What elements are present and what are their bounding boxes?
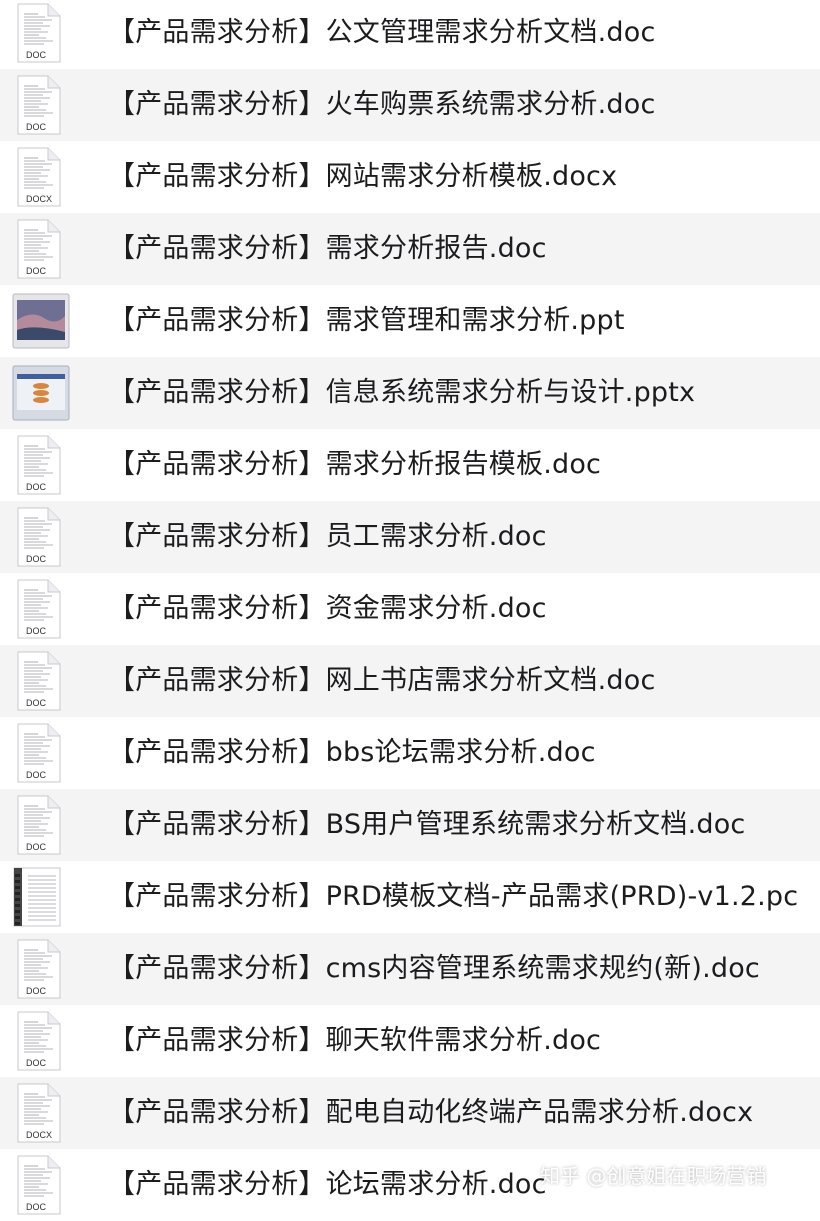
docx-file-icon: DOCX xyxy=(12,1082,64,1144)
file-row[interactable]: DOC 【产品需求分析】资金需求分析.doc xyxy=(0,573,820,645)
file-name: 【产品需求分析】需求管理和需求分析.ppt xyxy=(108,305,625,336)
svg-text:DOCX: DOCX xyxy=(26,194,52,204)
file-name: 【产品需求分析】bbs论坛需求分析.doc xyxy=(108,737,596,768)
doc-file-icon: DOC xyxy=(12,434,64,496)
file-row[interactable]: DOC 【产品需求分析】公文管理需求分析文档.doc xyxy=(0,0,820,69)
file-name: 【产品需求分析】PRD模板文档-产品需求(PRD)-v1.2.pc xyxy=(108,881,799,912)
file-name: 【产品需求分析】信息系统需求分析与设计.pptx xyxy=(108,377,696,408)
svg-text:DOC: DOC xyxy=(26,482,47,492)
file-row[interactable]: DOC 【产品需求分析】bbs论坛需求分析.doc xyxy=(0,717,820,789)
doc-file-icon: DOC xyxy=(12,506,64,568)
svg-text:DOC: DOC xyxy=(26,698,47,708)
doc-file-icon: DOC xyxy=(12,938,64,1000)
file-name: 【产品需求分析】需求分析报告模板.doc xyxy=(108,449,602,480)
file-row[interactable]: DOC 【产品需求分析】火车购票系统需求分析.doc xyxy=(0,69,820,141)
file-name: 【产品需求分析】火车购票系统需求分析.doc xyxy=(108,89,656,120)
docx-file-icon: DOCX xyxy=(12,146,64,208)
file-row[interactable]: 【产品需求分析】PRD模板文档-产品需求(PRD)-v1.2.pc xyxy=(0,861,820,933)
doc-file-icon: DOC xyxy=(12,1010,64,1072)
file-name: 【产品需求分析】公文管理需求分析文档.doc xyxy=(108,17,656,48)
pdf-thumbnail-icon xyxy=(12,866,64,928)
file-name: 【产品需求分析】网上书店需求分析文档.doc xyxy=(108,665,656,696)
file-row[interactable]: DOCX 【产品需求分析】网站需求分析模板.docx xyxy=(0,141,820,213)
svg-text:DOC: DOC xyxy=(26,842,47,852)
file-row[interactable]: DOC 【产品需求分析】网上书店需求分析文档.doc xyxy=(0,645,820,717)
doc-file-icon: DOC xyxy=(12,2,64,64)
svg-text:DOC: DOC xyxy=(26,986,47,996)
file-name: 【产品需求分析】网站需求分析模板.docx xyxy=(108,161,618,192)
pptx-thumbnail-icon xyxy=(12,362,70,424)
svg-text:DOC: DOC xyxy=(26,266,47,276)
file-name: 【产品需求分析】资金需求分析.doc xyxy=(108,593,547,624)
doc-file-icon: DOC xyxy=(12,722,64,784)
svg-text:DOC: DOC xyxy=(26,554,47,564)
doc-file-icon: DOC xyxy=(12,650,64,712)
file-name: 【产品需求分析】cms内容管理系统需求规约(新).doc xyxy=(108,953,760,984)
file-name: 【产品需求分析】聊天软件需求分析.doc xyxy=(108,1025,602,1056)
svg-text:DOC: DOC xyxy=(26,770,47,780)
ppt-thumbnail-icon xyxy=(12,290,70,352)
file-name: 【产品需求分析】论坛需求分析.doc xyxy=(108,1169,547,1200)
file-row[interactable]: DOCX 【产品需求分析】配电自动化终端产品需求分析.docx xyxy=(0,1077,820,1149)
file-row[interactable]: DOC 【产品需求分析】员工需求分析.doc xyxy=(0,501,820,573)
file-name: 【产品需求分析】需求分析报告.doc xyxy=(108,233,547,264)
file-name: 【产品需求分析】BS用户管理系统需求分析文档.doc xyxy=(108,809,746,840)
file-name: 【产品需求分析】配电自动化终端产品需求分析.docx xyxy=(108,1097,754,1128)
svg-text:DOCX: DOCX xyxy=(26,1130,52,1140)
svg-text:DOC: DOC xyxy=(26,626,47,636)
file-row[interactable]: 【产品需求分析】信息系统需求分析与设计.pptx xyxy=(0,357,820,429)
file-row[interactable]: DOC 【产品需求分析】需求分析报告模板.doc xyxy=(0,429,820,501)
doc-file-icon: DOC xyxy=(12,1154,64,1216)
file-list: DOC 【产品需求分析】公文管理需求分析文档.doc DOC 【产品需求分析】火… xyxy=(0,0,820,1221)
svg-text:DOC: DOC xyxy=(26,1202,47,1212)
doc-file-icon: DOC xyxy=(12,218,64,280)
watermark-text: 知乎 @创意姐在职场营销 xyxy=(540,1164,767,1188)
svg-text:DOC: DOC xyxy=(26,122,47,132)
file-row[interactable]: DOC 【产品需求分析】cms内容管理系统需求规约(新).doc xyxy=(0,933,820,1005)
svg-text:DOC: DOC xyxy=(26,1058,47,1068)
file-row[interactable]: DOC 【产品需求分析】需求分析报告.doc xyxy=(0,213,820,285)
svg-text:DOC: DOC xyxy=(26,50,47,60)
file-row[interactable]: DOC 【产品需求分析】聊天软件需求分析.doc xyxy=(0,1005,820,1077)
doc-file-icon: DOC xyxy=(12,794,64,856)
file-name: 【产品需求分析】员工需求分析.doc xyxy=(108,521,547,552)
doc-file-icon: DOC xyxy=(12,74,64,136)
file-row[interactable]: 【产品需求分析】需求管理和需求分析.ppt xyxy=(0,285,820,357)
file-row[interactable]: DOC 【产品需求分析】BS用户管理系统需求分析文档.doc xyxy=(0,789,820,861)
doc-file-icon: DOC xyxy=(12,578,64,640)
